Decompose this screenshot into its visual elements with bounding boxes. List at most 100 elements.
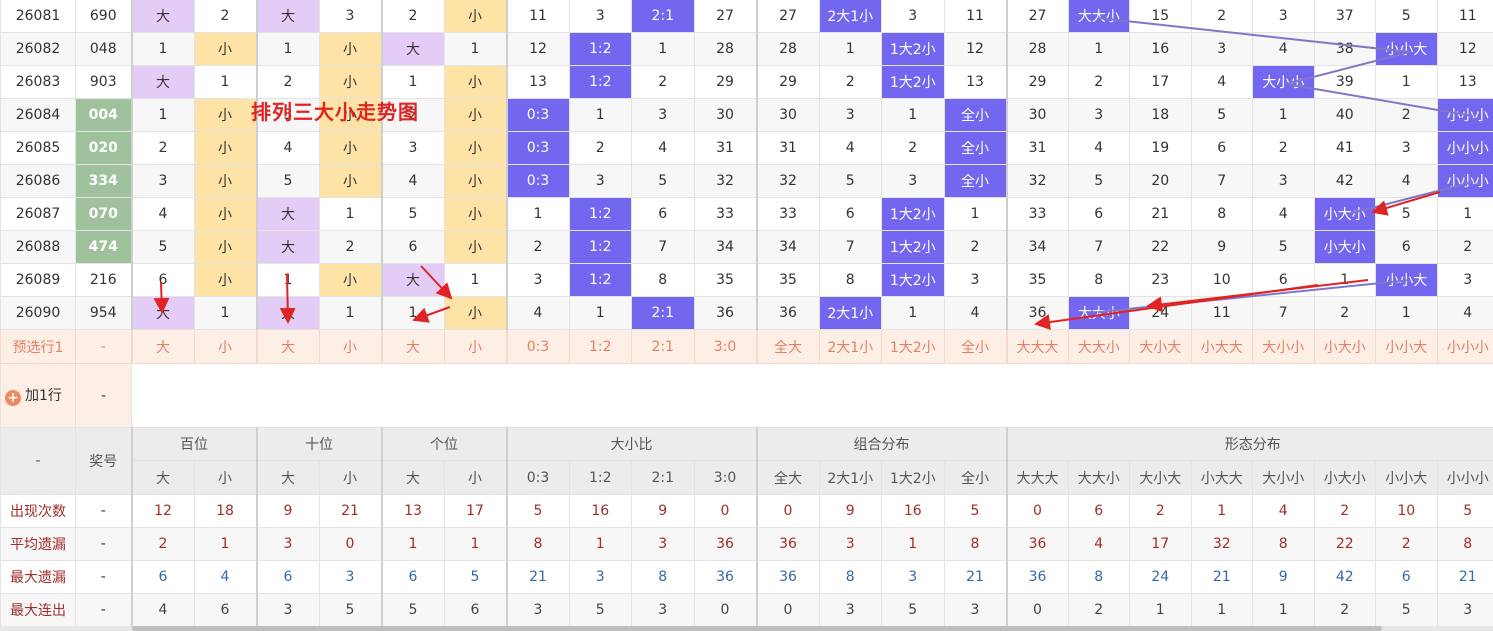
preselect-option[interactable]: 大小小 — [1252, 329, 1315, 364]
trend-cell: 36 — [693, 296, 757, 330]
trend-cell: 39 — [1313, 65, 1376, 99]
stats-value: 3 — [505, 593, 570, 627]
stats-value: 0 — [693, 593, 757, 627]
preselect-option[interactable]: 1:2 — [568, 329, 632, 364]
preselect-option[interactable]: 大大小 — [1067, 329, 1130, 364]
stats-value: 1 — [380, 527, 445, 561]
preselect-option[interactable]: 大大大 — [1005, 329, 1069, 364]
stats-value: 6 — [193, 593, 257, 627]
preselect-option[interactable]: 2:1 — [631, 329, 695, 364]
stats-value: 4 — [130, 593, 195, 627]
sub-header: 大大小 — [1067, 460, 1130, 495]
stats-group-header: - 奖号 百位 十位 个位 大小比 组合分布 形态分布 — [0, 427, 1493, 495]
stats-value: 22 — [1313, 527, 1376, 561]
trend-cell: 19 — [1129, 131, 1192, 165]
stats-value: 1 — [881, 527, 945, 561]
trend-cell: 2 — [1252, 131, 1315, 165]
table-row: 26081 690 大 2 大 3 2 小 11 3 2:1 27 27 2大1小 3 11 27 大大小 15 2 3… — [0, 0, 1493, 33]
stats-row: 最大连出 -4 6 3 5 5 6 3 5 3 0 0 3 5 3 0 2 1 1 1 2 5 3 — [0, 593, 1493, 627]
preselect-option[interactable]: 小小小 — [1436, 329, 1493, 364]
trend-cell: 2 — [380, 0, 445, 33]
trend-cell: 1大2小 — [881, 197, 945, 231]
trend-cell: 1 — [568, 98, 632, 132]
trend-cell: 7 — [1067, 230, 1130, 264]
trend-cell: 3 — [130, 164, 195, 198]
preselect-option[interactable]: 全小 — [943, 329, 1007, 364]
trend-cell: 16 — [1129, 32, 1192, 66]
stats-value: 32 — [1190, 527, 1253, 561]
trend-cell: 28 — [1005, 32, 1069, 66]
issue-number: 26089 — [0, 263, 76, 297]
issue-number: 26083 — [0, 65, 76, 99]
preselect-option[interactable]: 2大1小 — [818, 329, 882, 364]
preselect-option[interactable]: 小 — [318, 329, 382, 364]
add-row-button[interactable]: + 加1行 — [0, 363, 76, 428]
table-row: 26086 334 3 小 5 小 4 小 0:3 3 5 32 32 5 3 全小 32 5 20 7 3 42 4 小小小 — [0, 164, 1493, 198]
preselect-option[interactable]: 小 — [193, 329, 257, 364]
stats-value: 0 — [755, 593, 820, 627]
trend-cell: 4 — [1252, 197, 1315, 231]
trend-cell: 3 — [505, 263, 570, 297]
stats-row-dash: - — [75, 494, 132, 528]
issue-number: 26088 — [0, 230, 76, 264]
sub-header: 全小 — [943, 460, 1007, 495]
trend-cell: 11 — [1190, 296, 1253, 330]
preselect-option[interactable]: 大 — [380, 329, 445, 364]
preselect-row[interactable]: 预选行1- 大小大小大小 0:3 1:2 2:1 3:0 全大 2大1小 1大2小 全小 大大大 大大… — [0, 329, 1493, 364]
trend-cell: 1 — [443, 263, 507, 297]
trend-cell: 6 — [130, 263, 195, 297]
stats-value: 16 — [881, 494, 945, 528]
preselect-option[interactable]: 大小大 — [1129, 329, 1192, 364]
trend-cell: 11 — [1436, 0, 1493, 33]
stats-value: 1 — [568, 527, 632, 561]
trend-cell: 1 — [130, 32, 195, 66]
preselect-option[interactable]: 0:3 — [505, 329, 570, 364]
trend-cell: 小 — [318, 131, 382, 165]
trend-cell: 33 — [693, 197, 757, 231]
trend-cell: 小 — [443, 164, 507, 198]
trend-cell: 1 — [881, 98, 945, 132]
trend-cell: 小 — [318, 263, 382, 297]
trend-cell: 31 — [693, 131, 757, 165]
stats-value: 1 — [443, 527, 507, 561]
stats-value: 2 — [1129, 494, 1192, 528]
trend-cell: 3 — [631, 98, 695, 132]
trend-cell: 5 — [130, 230, 195, 264]
preselect-option[interactable]: 小大小 — [1313, 329, 1376, 364]
scrollbar-thumb[interactable] — [132, 626, 1382, 631]
stats-value: 2 — [130, 527, 195, 561]
trend-cell: 17 — [1129, 65, 1192, 99]
preselect-option[interactable]: 3:0 — [693, 329, 757, 364]
preselect-option[interactable]: 小小大 — [1375, 329, 1438, 364]
trend-cell: 20 — [1129, 164, 1192, 198]
trend-cell: 1大2小 — [881, 263, 945, 297]
table-row: 26083 903 大 1 2 小 1 小 13 1:2 2 29 29 2 1大2小 13 29 2 17 4 大小小… — [0, 65, 1493, 99]
trend-cell: 小 — [443, 197, 507, 231]
trend-cell: 34 — [693, 230, 757, 264]
preselect-option[interactable]: 1大2小 — [881, 329, 945, 364]
trend-cell: 5 — [1375, 197, 1438, 231]
trend-cell: 30 — [755, 98, 820, 132]
stats-value: 5 — [380, 593, 445, 627]
stats-row-label: 最大遗漏 — [0, 560, 76, 594]
sub-header: 小 — [443, 460, 507, 495]
trend-cell: 2 — [1190, 0, 1253, 33]
preselect-option[interactable]: 小 — [443, 329, 507, 364]
trend-cell: 1 — [255, 263, 320, 297]
preselect-option[interactable]: 全大 — [755, 329, 820, 364]
trend-cell: 1 — [443, 32, 507, 66]
trend-cell: 小 — [193, 230, 257, 264]
trend-cell: 5 — [1067, 164, 1130, 198]
sub-header: 大 — [130, 460, 195, 495]
trend-cell: 2 — [631, 65, 695, 99]
preselect-option[interactable]: 小大大 — [1190, 329, 1253, 364]
add-row: + 加1行 - — [0, 363, 1493, 428]
trend-cell: 13 — [1436, 65, 1493, 99]
stats-value: 3 — [255, 593, 320, 627]
preselect-option[interactable]: 大 — [130, 329, 195, 364]
preselect-option[interactable]: 大 — [255, 329, 320, 364]
trend-cell: 5 — [380, 197, 445, 231]
sub-header: 大小大 — [1129, 460, 1192, 495]
trend-cell: 13 — [943, 65, 1007, 99]
stats-value: 13 — [380, 494, 445, 528]
